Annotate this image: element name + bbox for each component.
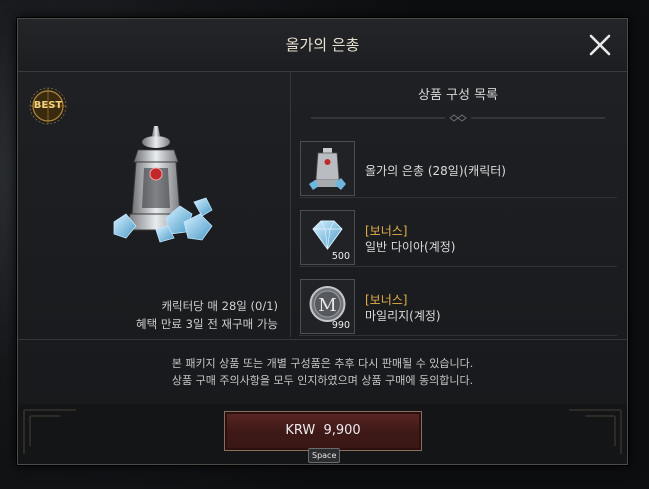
- lantern-icon: [113, 126, 213, 243]
- package-contents: 상품 구성 목록 올가의 은총 (28일)(캐릭터) 500 [보너스] 일반 …: [299, 72, 617, 337]
- corner-ornament-left: [23, 409, 76, 454]
- close-button[interactable]: [586, 31, 614, 59]
- list-item: 올가의 은총 (28일)(캐릭터): [299, 137, 617, 198]
- item-thumbnail: M 990: [300, 279, 355, 334]
- space-key-hint: Space: [308, 448, 341, 463]
- dialog-title: 올가의 은총: [285, 36, 360, 54]
- corner-ornament-right: [569, 409, 622, 454]
- purchase-button[interactable]: KRW 9,900: [224, 411, 422, 451]
- list-item: 500 [보너스] 일반 다이아(계정): [299, 206, 617, 267]
- close-icon: [589, 34, 611, 56]
- divider-ornament: [311, 114, 605, 122]
- product-preview: BEST 캐릭터당 매 28일 (0/1) 혜택 만료 3일 전 재구매 가능: [18, 72, 291, 337]
- purchase-footer: KRW 9,900 Space: [18, 404, 627, 464]
- package-dialog: 올가의 은총 BEST 캐릭터당 매 28일 (0/1) 혜택 만료 3일 전 …: [17, 18, 628, 465]
- item-thumbnail: 500: [300, 210, 355, 265]
- item-name: 올가의 은총 (28일)(캐릭터): [365, 164, 506, 178]
- best-badge-label: BEST: [33, 100, 63, 111]
- list-item: M 990 [보너스] 마일리지(계정): [299, 275, 617, 336]
- notice-line: 상품 구매 주의사항을 모두 인지하였으며 상품 구매에 동의합니다.: [171, 374, 474, 387]
- item-quantity: 500: [331, 251, 350, 262]
- svg-text:M: M: [318, 295, 336, 316]
- contents-heading: 상품 구성 목록: [417, 88, 499, 103]
- bonus-label: [보너스]: [365, 224, 408, 238]
- item-quantity: 990: [331, 320, 350, 331]
- repurchase-info: 혜택 만료 3일 전 재구매 가능: [136, 317, 278, 331]
- bonus-label: [보너스]: [365, 293, 408, 307]
- item-thumbnail: [300, 141, 355, 196]
- item-name: 마일리지(계정): [365, 309, 441, 323]
- lantern-icon: [309, 148, 346, 190]
- dialog-titlebar: 올가의 은총: [18, 19, 627, 72]
- purchase-notice: 본 패키지 상품 또는 개별 구성품은 추후 다시 판매될 수 있습니다. 상품…: [18, 339, 627, 405]
- purchase-limit: 캐릭터당 매 28일 (0/1): [161, 299, 278, 313]
- best-badge: BEST: [28, 86, 68, 126]
- price-label: KRW 9,900: [285, 423, 361, 438]
- item-name: 일반 다이아(계정): [365, 240, 456, 254]
- notice-line: 본 패키지 상품 또는 개별 구성품은 추후 다시 판매될 수 있습니다.: [171, 357, 474, 370]
